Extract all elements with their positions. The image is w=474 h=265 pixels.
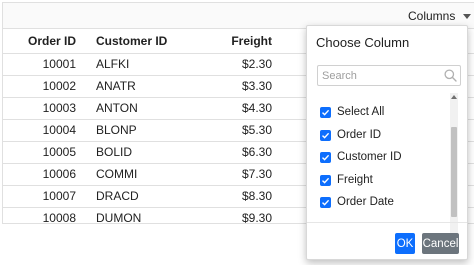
- column-option-select-all[interactable]: Select All: [320, 104, 384, 120]
- ok-button[interactable]: OK: [395, 233, 415, 254]
- list-scrollbar[interactable]: [450, 93, 458, 242]
- dialog-footer-divider: [307, 222, 467, 223]
- cell-order-id: 10003: [42, 101, 76, 115]
- cell-customer-id: ANTON: [96, 101, 138, 115]
- header-customer-id[interactable]: Customer ID: [96, 29, 167, 53]
- column-option-freight[interactable]: Freight: [320, 172, 373, 188]
- header-order-id[interactable]: Order ID: [28, 29, 76, 53]
- cell-order-id: 10008: [42, 211, 76, 224]
- column-chooser-dialog: Choose Column Select All Order ID: [306, 25, 468, 260]
- cell-customer-id: ANATR: [96, 79, 136, 93]
- cell-customer-id: DRACD: [96, 189, 139, 203]
- cell-freight: $8.30: [241, 189, 272, 203]
- scroll-up-arrow-icon[interactable]: [451, 95, 457, 99]
- cell-customer-id: BOLID: [96, 145, 133, 159]
- checkbox-checked-icon[interactable]: [320, 151, 331, 163]
- cell-order-id: 10005: [42, 145, 76, 159]
- checkbox-checked-icon[interactable]: [320, 129, 331, 141]
- columns-button[interactable]: Columns: [408, 7, 472, 25]
- chevron-down-icon: [463, 14, 472, 19]
- search-icon[interactable]: [443, 68, 458, 83]
- column-option-order-date[interactable]: Order Date: [320, 194, 394, 210]
- cell-order-id: 10004: [42, 123, 76, 137]
- column-option-label: Order ID: [337, 129, 382, 141]
- cell-order-id: 10007: [42, 189, 76, 203]
- checkbox-checked-icon[interactable]: [320, 174, 331, 186]
- cell-freight: $5.30: [241, 123, 272, 137]
- cell-freight: $2.30: [241, 57, 272, 71]
- cell-customer-id: ALFKI: [96, 57, 130, 71]
- column-option-order-id[interactable]: Order ID: [320, 127, 381, 143]
- cell-customer-id: DUMON: [96, 211, 142, 224]
- cell-freight: $4.30: [241, 101, 272, 115]
- columns-button-label: Columns: [408, 9, 456, 23]
- header-freight[interactable]: Freight: [231, 29, 272, 53]
- column-option-label: Order Date: [337, 196, 394, 208]
- cell-customer-id: COMMI: [96, 167, 138, 181]
- cell-freight: $7.30: [241, 167, 272, 181]
- checkbox-checked-icon[interactable]: [320, 196, 331, 208]
- cell-order-id: 10001: [42, 57, 76, 71]
- column-option-label: Select All: [337, 106, 385, 118]
- cell-freight: $3.30: [241, 79, 272, 93]
- column-option-label: Customer ID: [337, 151, 402, 163]
- cancel-button[interactable]: Cancel: [422, 233, 459, 254]
- dialog-title: Choose Column: [316, 35, 410, 50]
- cell-customer-id: BLONP: [96, 123, 137, 137]
- column-search-box: [317, 65, 461, 86]
- checkbox-checked-icon[interactable]: [320, 106, 331, 118]
- cell-freight: $9.30: [241, 211, 272, 224]
- cell-freight: $6.30: [241, 145, 272, 159]
- cell-order-id: 10006: [42, 167, 76, 181]
- cell-order-id: 10002: [42, 79, 76, 93]
- scrollbar-thumb[interactable]: [451, 127, 457, 217]
- column-checkbox-list: Select All Order ID Customer ID Freight …: [307, 93, 467, 241]
- search-input[interactable]: [318, 66, 444, 85]
- column-option-customer-id[interactable]: Customer ID: [320, 149, 402, 165]
- column-option-label: Freight: [337, 174, 373, 186]
